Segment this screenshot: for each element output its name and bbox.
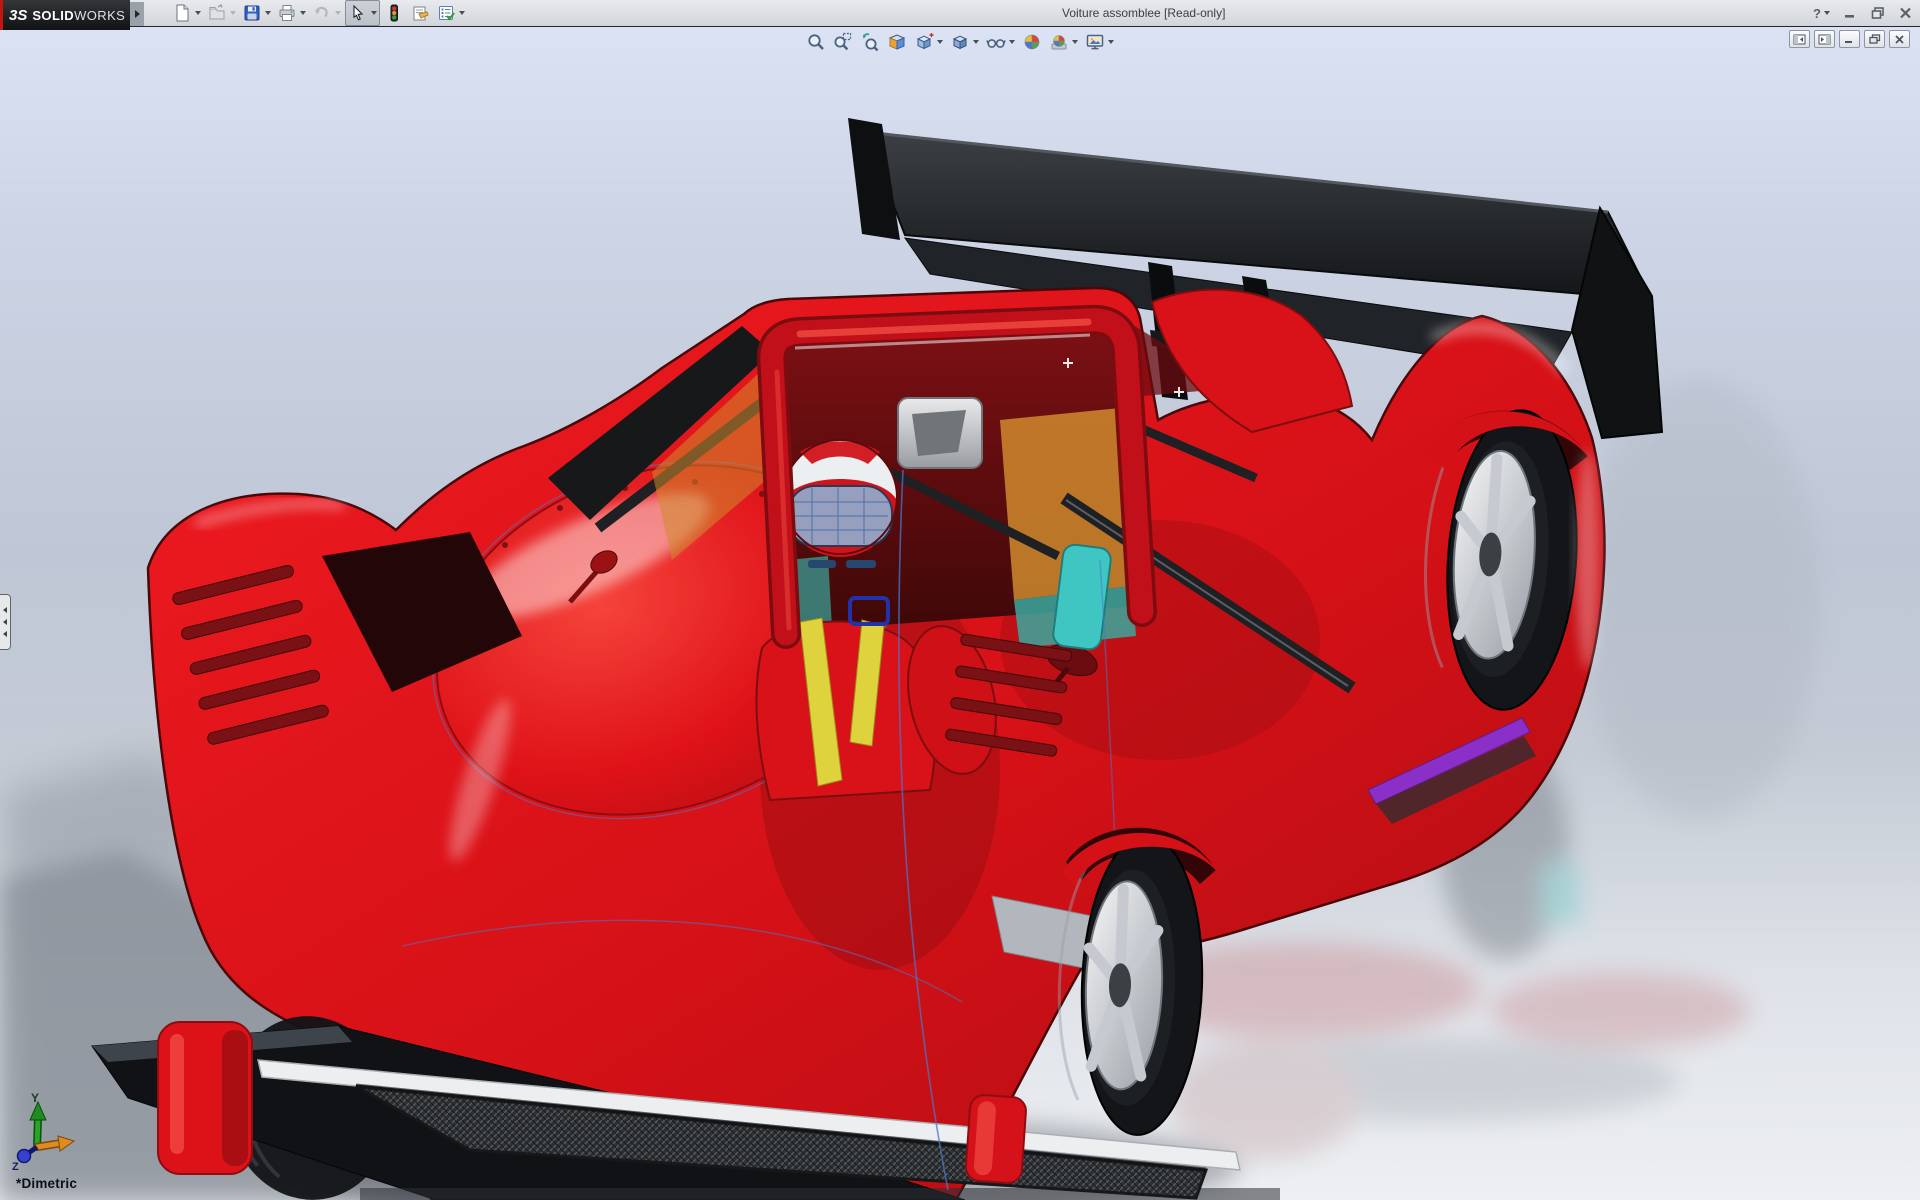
pane-left-arrow-icon bbox=[1793, 34, 1806, 44]
view-settings-button[interactable] bbox=[1082, 29, 1117, 55]
options-button[interactable] bbox=[434, 1, 467, 25]
help-icon: ? bbox=[1813, 5, 1821, 21]
section-view-icon bbox=[888, 34, 906, 50]
minimize-button[interactable] bbox=[1844, 8, 1857, 19]
save-button[interactable] bbox=[240, 1, 273, 25]
open-icon bbox=[207, 3, 227, 23]
show-display-pane-button[interactable] bbox=[1814, 30, 1835, 48]
app-window-controls: ? bbox=[1813, 0, 1912, 26]
grille-center-post bbox=[964, 1094, 1027, 1184]
dropdown-arrow-icon[interactable] bbox=[335, 11, 341, 15]
dropdown-arrow-icon[interactable] bbox=[1824, 11, 1830, 15]
pane-right-arrow-icon bbox=[1818, 34, 1831, 44]
3ds-logo-mark: 3S bbox=[9, 6, 28, 24]
dropdown-arrow-icon[interactable] bbox=[300, 11, 306, 15]
dropdown-arrow-icon[interactable] bbox=[195, 11, 201, 15]
document-title: Voiture assomblee [Read-only] bbox=[1062, 6, 1226, 20]
undo-icon bbox=[312, 3, 332, 23]
restore-document-button[interactable] bbox=[1864, 30, 1885, 48]
apply-scene-icon bbox=[1051, 35, 1067, 50]
dropdown-arrow-icon[interactable] bbox=[265, 11, 271, 15]
left-arrow-icon bbox=[3, 619, 7, 625]
show-featuremanager-pane-button[interactable] bbox=[1789, 30, 1810, 48]
new-document-button[interactable] bbox=[170, 1, 203, 25]
hide-show-items-button[interactable] bbox=[983, 29, 1018, 55]
minimize-document-button[interactable] bbox=[1839, 30, 1860, 48]
restore-button[interactable] bbox=[1871, 7, 1885, 19]
close-document-button[interactable] bbox=[1889, 30, 1910, 48]
rebuild-button[interactable] bbox=[382, 1, 406, 25]
standard-toolbar bbox=[170, 0, 467, 26]
select-button[interactable] bbox=[345, 0, 380, 26]
restore-icon bbox=[1871, 7, 1884, 19]
file-properties-icon bbox=[410, 3, 430, 23]
dropdown-arrow-icon[interactable] bbox=[937, 40, 943, 44]
previous-view-icon bbox=[863, 33, 879, 52]
title-bar: Voiture assomblee [Read-only] ? bbox=[0, 0, 1920, 27]
traffic-light-icon bbox=[384, 3, 404, 23]
file-properties-button[interactable] bbox=[408, 1, 432, 25]
section-view-button[interactable] bbox=[884, 29, 910, 55]
close-icon bbox=[1900, 7, 1911, 19]
dropdown-arrow-icon[interactable] bbox=[1009, 40, 1015, 44]
dropdown-arrow-icon[interactable] bbox=[1108, 40, 1114, 44]
options-icon bbox=[436, 3, 456, 23]
restore-icon bbox=[1868, 34, 1880, 44]
edit-appearance-icon bbox=[1024, 34, 1040, 50]
menu-flyout-arrow[interactable] bbox=[130, 2, 144, 26]
triad-y-label: Y bbox=[31, 1091, 39, 1105]
edit-appearance-button[interactable] bbox=[1019, 29, 1045, 55]
close-icon bbox=[1895, 34, 1904, 44]
view-orientation-button[interactable] bbox=[911, 29, 946, 55]
print-icon bbox=[277, 3, 297, 23]
minimize-icon bbox=[1845, 40, 1852, 43]
car-model-scene bbox=[0, 118, 1820, 1200]
front-left-brake-pod bbox=[157, 1021, 253, 1175]
solidworks-logo: 3S SOLID WORKS bbox=[0, 0, 130, 30]
dropdown-arrow-icon[interactable] bbox=[459, 11, 465, 15]
triad-z-label: Z bbox=[12, 1161, 19, 1173]
view-orientation-label: *Dimetric bbox=[16, 1176, 78, 1191]
apply-scene-button[interactable] bbox=[1046, 29, 1081, 55]
open-button[interactable] bbox=[205, 1, 238, 25]
select-cursor-icon bbox=[348, 3, 368, 23]
view-settings-icon bbox=[1086, 34, 1104, 50]
view-orientation-icon bbox=[916, 33, 934, 50]
zoom-to-area-icon bbox=[834, 32, 852, 51]
hide-show-items-icon bbox=[986, 39, 1006, 48]
undo-button[interactable] bbox=[310, 1, 343, 25]
left-arrow-icon bbox=[3, 631, 7, 637]
new-document-icon bbox=[172, 3, 192, 23]
zoom-to-fit-icon bbox=[808, 34, 824, 50]
zoom-to-fit-button[interactable] bbox=[803, 29, 829, 55]
display-style-icon bbox=[952, 35, 968, 50]
dropdown-arrow-icon[interactable] bbox=[230, 11, 236, 15]
dropdown-arrow-icon[interactable] bbox=[973, 40, 979, 44]
heads-up-view-toolbar bbox=[803, 29, 1117, 55]
previous-view-button[interactable] bbox=[857, 29, 883, 55]
print-button[interactable] bbox=[275, 1, 308, 25]
help-button[interactable]: ? bbox=[1813, 6, 1830, 21]
featuremanager-collapse-tab[interactable] bbox=[0, 594, 11, 650]
display-style-button[interactable] bbox=[947, 29, 982, 55]
save-icon bbox=[242, 3, 262, 23]
left-arrow-icon bbox=[3, 607, 7, 613]
3d-viewport[interactable]: Y Z *Dimetric bbox=[0, 27, 1920, 1200]
dropdown-arrow-icon[interactable] bbox=[371, 11, 377, 15]
minimize-icon bbox=[1845, 14, 1854, 18]
air-intake bbox=[897, 397, 983, 469]
zoom-to-area-button[interactable] bbox=[830, 29, 856, 55]
dropdown-arrow-icon[interactable] bbox=[1072, 40, 1078, 44]
document-window-controls bbox=[1789, 30, 1910, 48]
right-arrow-icon bbox=[134, 10, 140, 18]
close-button[interactable] bbox=[1899, 7, 1912, 19]
